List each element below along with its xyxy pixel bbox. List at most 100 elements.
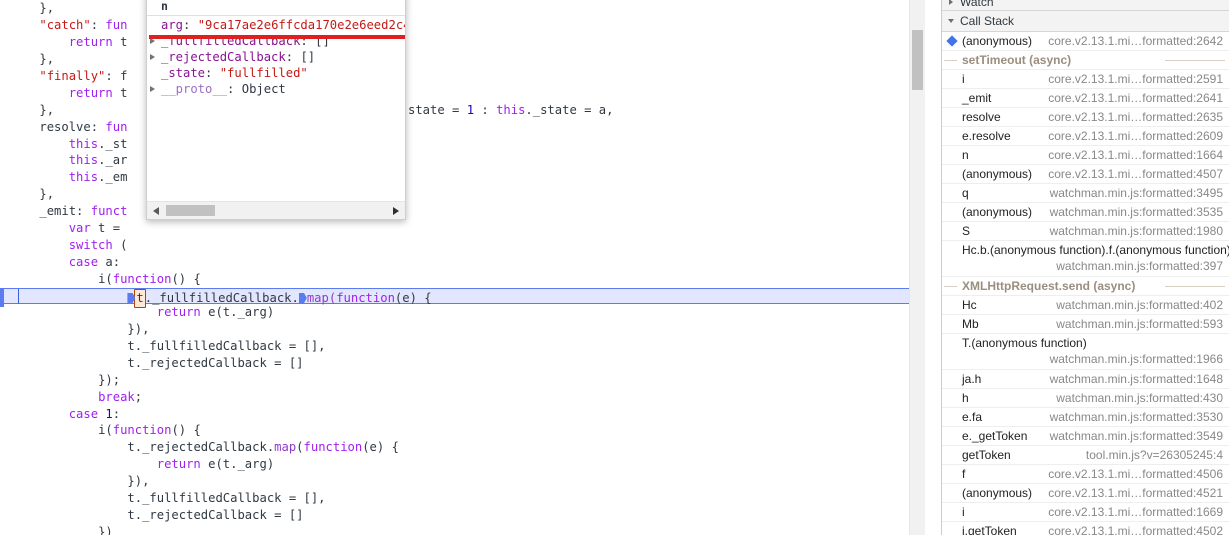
watch-section-header[interactable]: Watch [942, 0, 1229, 11]
frame-source-location[interactable]: watchman.min.js:formatted:1980 [1050, 223, 1223, 239]
frame-source-location[interactable]: watchman.min.js:formatted:3495 [1050, 185, 1223, 201]
code-line[interactable]: return e(t._arg) [0, 456, 925, 473]
call-stack-frame[interactable]: (anonymous) core.v2.13.1.mi…formatted:452… [942, 484, 1229, 503]
call-stack-async-separator: XMLHttpRequest.send (async) [942, 277, 1229, 296]
code-line[interactable]: }, [0, 186, 925, 203]
code-scrollbar-thumb[interactable] [912, 30, 923, 90]
frame-source-location[interactable]: core.v2.13.1.mi…formatted:4506 [1048, 466, 1223, 482]
code-line[interactable]: t._rejectedCallback = [] [0, 355, 925, 372]
call-stack-frame[interactable]: T.(anonymous function) watchman.min.js:fo… [942, 334, 1229, 370]
popover-property-row[interactable]: _rejectedCallback: [] [147, 49, 405, 65]
code-line[interactable]: t._fullfilledCallback = [], [0, 490, 925, 507]
call-stack-frame[interactable]: Hc.b.(anonymous function).f.(anonymous f… [942, 241, 1229, 277]
frame-source-location[interactable]: watchman.min.js:formatted:1966 [962, 351, 1223, 367]
frame-function-name: resolve [962, 110, 1001, 124]
frame-source-location[interactable]: core.v2.13.1.mi…formatted:2641 [1048, 90, 1223, 106]
code-line[interactable]: switch ( [0, 237, 925, 254]
frame-source-location[interactable]: watchman.min.js:formatted:402 [1056, 297, 1223, 313]
call-stack-frame[interactable]: n core.v2.13.1.mi…formatted:1664 [942, 146, 1229, 165]
code-line[interactable]: t._rejectedCallback.map(function(e) { [0, 439, 925, 456]
call-stack-list[interactable]: (anonymous) core.v2.13.1.mi…formatted:264… [942, 32, 1229, 535]
frame-source-location[interactable]: watchman.min.js:formatted:593 [1056, 316, 1223, 332]
frame-source-location[interactable]: watchman.min.js:formatted:1648 [1050, 371, 1223, 387]
code-line[interactable]: return t [0, 34, 925, 51]
paused-code-line[interactable]: t._fullfilledCallback. map(function(e) { [0, 287, 925, 308]
call-stack-frame[interactable]: e.fa watchman.min.js:formatted:3530 [942, 408, 1229, 427]
code-line[interactable]: break; [0, 389, 925, 406]
call-stack-frame[interactable]: (anonymous) core.v2.13.1.mi…formatted:264… [942, 32, 1229, 51]
frame-source-location[interactable]: watchman.min.js:formatted:3549 [1050, 428, 1223, 444]
call-stack-frame[interactable]: _emit core.v2.13.1.mi…formatted:2641 [942, 89, 1229, 108]
call-stack-frame[interactable]: i core.v2.13.1.mi…formatted:1669 [942, 503, 1229, 522]
source-code-viewer[interactable]: }, "catch": fun return t }, "finally": f… [0, 0, 925, 535]
popover-horizontal-scrollbar[interactable] [147, 201, 405, 219]
frame-source-location[interactable]: core.v2.13.1.mi…formatted:1669 [1048, 504, 1223, 520]
code-line[interactable]: this._ar [0, 152, 925, 169]
frame-source-location[interactable]: core.v2.13.1.mi…formatted:2609 [1048, 128, 1223, 144]
frame-source-location[interactable]: watchman.min.js:formatted:397 [962, 258, 1223, 274]
code-line[interactable]: }), [0, 321, 925, 338]
popover-property-list[interactable]: arg: "9ca17ae2e6ffcda170e2e6eed2c47df_fu… [147, 16, 405, 97]
code-line[interactable]: case a: [0, 254, 925, 271]
call-stack-frame[interactable]: Swatchman.min.js:formatted:1980 [942, 222, 1229, 241]
call-stack-frame[interactable]: Hc watchman.min.js:formatted:402 [942, 296, 1229, 315]
call-stack-frame[interactable]: (anonymous) core.v2.13.1.mi…formatted:450… [942, 165, 1229, 184]
scroll-left-arrow-icon[interactable] [153, 207, 159, 215]
call-stack-frame[interactable]: e._getToken watchman.min.js:formatted:354… [942, 427, 1229, 446]
popover-scrollbar-thumb[interactable] [166, 205, 215, 216]
code-line[interactable]: "catch": fun [0, 17, 925, 34]
code-line[interactable]: this._em [0, 169, 925, 186]
code-vertical-scrollbar[interactable] [909, 0, 925, 535]
frame-source-location[interactable]: core.v2.13.1.mi…formatted:4521 [1048, 485, 1223, 501]
code-line[interactable]: }); [0, 372, 925, 389]
code-line-list[interactable]: }, "catch": fun return t }, "finally": f… [0, 0, 925, 535]
code-line[interactable]: case 1: [0, 406, 925, 423]
call-stack-frame[interactable]: h watchman.min.js:formatted:430 [942, 389, 1229, 408]
code-line[interactable]: i(function() { [0, 422, 925, 439]
code-line[interactable]: _emit: funct [0, 203, 925, 220]
frame-source-location[interactable]: tool.min.js?v=26305245:4 [1086, 447, 1223, 463]
call-stack-section-header[interactable]: Call Stack [942, 11, 1229, 32]
popover-property-row[interactable]: _state: "fullfilled" [147, 65, 405, 81]
expand-triangle-icon[interactable] [150, 38, 155, 44]
object-value-popover[interactable]: n arg: "9ca17ae2e6ffcda170e2e6eed2c47df_… [146, 0, 406, 220]
code-line[interactable]: }), [0, 473, 925, 490]
frame-source-location[interactable]: watchman.min.js:formatted:430 [1056, 390, 1223, 406]
code-line[interactable]: return e(t._arg) [0, 304, 925, 321]
code-line[interactable]: resolve: fun [0, 119, 925, 136]
call-stack-frame[interactable]: (anonymous) watchman.min.js:formatted:353… [942, 203, 1229, 222]
scroll-right-arrow-icon[interactable] [393, 207, 399, 215]
call-stack-frame[interactable]: getToken tool.min.js?v=26305245:4 [942, 446, 1229, 465]
code-line[interactable]: this._st [0, 136, 925, 153]
code-line[interactable]: return t [0, 85, 925, 102]
popover-property-row[interactable]: __proto__: Object [147, 81, 405, 97]
call-stack-frame[interactable]: resolve core.v2.13.1.mi…formatted:2635 [942, 108, 1229, 127]
step-into-map-arrow-icon[interactable] [298, 292, 307, 303]
expand-triangle-icon[interactable] [150, 86, 155, 92]
code-line[interactable]: var t = [0, 220, 925, 237]
call-stack-frame[interactable]: q watchman.min.js:formatted:3495 [942, 184, 1229, 203]
frame-source-location[interactable]: core.v2.13.1.mi…formatted:4502 [1048, 523, 1223, 535]
popover-property-row[interactable]: arg: "9ca17ae2e6ffcda170e2e6eed2c47df [147, 17, 405, 33]
code-line[interactable]: t._rejectedCallback = [] [0, 507, 925, 524]
code-line[interactable]: }, [0, 0, 925, 17]
frame-source-location[interactable]: core.v2.13.1.mi…formatted:1664 [1048, 147, 1223, 163]
expand-triangle-icon[interactable] [150, 54, 155, 60]
code-line[interactable]: i(function() { [0, 271, 925, 288]
code-line[interactable]: t._fullfilledCallback = [], [0, 338, 925, 355]
call-stack-frame[interactable]: f core.v2.13.1.mi…formatted:4506 [942, 465, 1229, 484]
call-stack-frame[interactable]: Mb watchman.min.js:formatted:593 [942, 315, 1229, 334]
frame-source-location[interactable]: core.v2.13.1.mi…formatted:2642 [1048, 33, 1223, 49]
call-stack-frame[interactable]: i core.v2.13.1.mi…formatted:2591 [942, 70, 1229, 89]
code-line[interactable]: }) [0, 524, 925, 535]
code-line[interactable]: }, [0, 51, 925, 68]
code-line[interactable]: "finally": f [0, 68, 925, 85]
call-stack-frame[interactable]: e.resolve core.v2.13.1.mi…formatted:2609 [942, 127, 1229, 146]
frame-source-location[interactable]: core.v2.13.1.mi…formatted:2635 [1048, 109, 1223, 125]
frame-source-location[interactable]: core.v2.13.1.mi…formatted:4507 [1048, 166, 1223, 182]
call-stack-frame[interactable]: ja.h watchman.min.js:formatted:1648 [942, 370, 1229, 389]
frame-source-location[interactable]: core.v2.13.1.mi…formatted:2591 [1048, 71, 1223, 87]
frame-source-location[interactable]: watchman.min.js:formatted:3530 [1050, 409, 1223, 425]
frame-source-location[interactable]: watchman.min.js:formatted:3535 [1050, 204, 1223, 220]
call-stack-frame[interactable]: i.getToken core.v2.13.1.mi…formatted:4502 [942, 522, 1229, 535]
